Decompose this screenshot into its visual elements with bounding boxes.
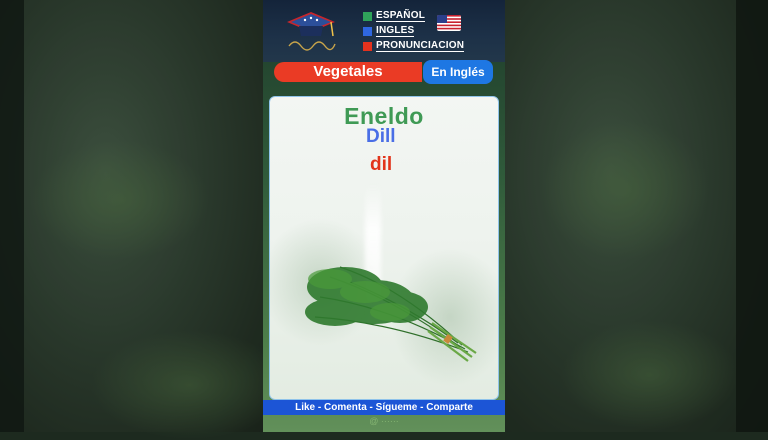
video-edge-left	[0, 0, 24, 432]
call-to-action-bar: Like - Comenta - Sígueme - Comparte	[263, 400, 505, 415]
red-square-icon	[363, 41, 372, 51]
pronunciation-word: dil	[370, 154, 393, 175]
video-edge-right	[736, 0, 768, 432]
legend-pronunciation: PRONUNCIACION	[363, 39, 465, 53]
legend-label: INGLES	[376, 25, 415, 37]
vocabulary-short: ESPAÑOL INGLES PRONUNCIACION Vegetales E…	[263, 0, 505, 432]
english-word: Dill	[366, 126, 396, 147]
graduation-cap-logo-icon	[287, 12, 336, 51]
vocabulary-card: Eneldo Dill dil	[269, 96, 499, 400]
channel-watermark: @ ······	[369, 416, 399, 426]
background-foliage	[90, 330, 290, 440]
us-flag-icon	[437, 15, 461, 31]
green-square-icon	[363, 11, 372, 21]
header: ESPAÑOL INGLES PRONUNCIACION	[263, 0, 505, 62]
blue-square-icon	[363, 26, 372, 36]
legend-label: PRONUNCIACION	[376, 40, 465, 52]
language-badge: En Inglés	[423, 60, 493, 84]
topic-title: Vegetales	[274, 62, 422, 82]
dill-herb-icon	[305, 266, 477, 362]
background-foliage	[30, 140, 210, 260]
background-foliage	[540, 120, 710, 260]
legend-label: ESPAÑOL	[376, 10, 425, 22]
background-foliage	[560, 320, 740, 430]
